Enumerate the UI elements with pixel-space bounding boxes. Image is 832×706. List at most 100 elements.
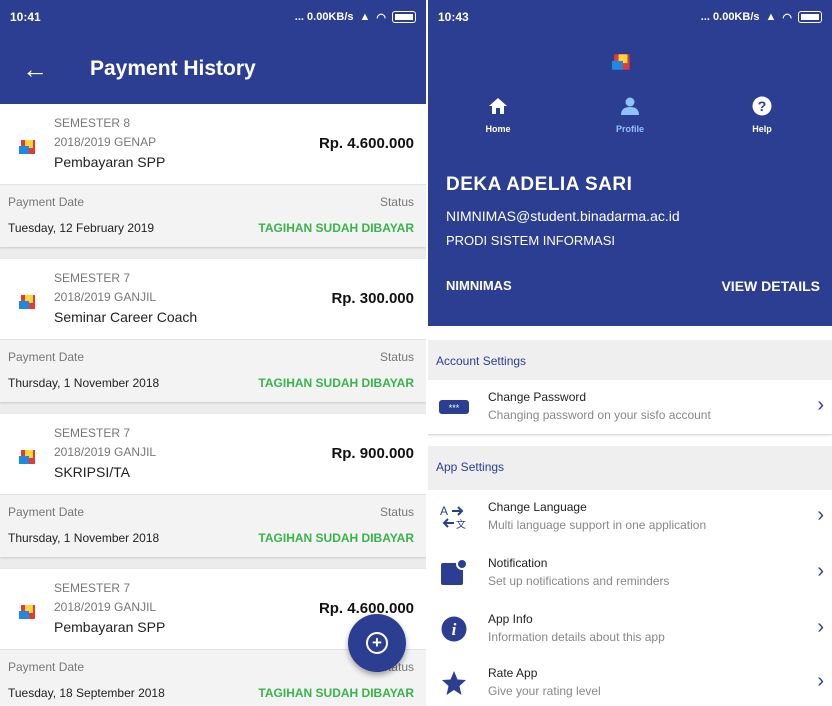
status-label: Status <box>379 195 414 209</box>
account-settings-header: Account Settings <box>428 340 832 384</box>
status-bar: 10:43 ... 0.00KB/s ▲ ◠ <box>428 0 832 34</box>
app-info-title: App Info <box>488 612 533 626</box>
notification-subtitle: Set up notifications and reminders <box>488 574 670 588</box>
payment-status: TAGIHAN SUDAH DIBAYAR <box>258 686 414 700</box>
rate-app-title: Rate App <box>488 666 538 680</box>
user-name: DEKA ADELIA SARI <box>446 174 633 195</box>
change-password-title: Change Password <box>488 390 587 404</box>
star-icon <box>438 668 470 698</box>
payment-card[interactable]: SEMESTER 7 2018/2019 GANJIL SKRIPSI/TA R… <box>0 414 426 557</box>
nav-profile-label: Profile <box>615 124 644 134</box>
academic-year: 2018/2019 GANJIL <box>54 290 157 304</box>
change-password-subtitle: Changing password on your sisfo account <box>488 408 711 422</box>
payment-date: Thursday, 1 November 2018 <box>8 531 160 545</box>
payment-description: SKRIPSI/TA <box>54 464 130 480</box>
battery-icon <box>798 11 822 23</box>
notification-row[interactable]: Notification Set up notifications and re… <box>428 546 832 600</box>
payment-description: Seminar Career Coach <box>54 309 198 325</box>
semester: SEMESTER 8 <box>54 116 131 130</box>
nav-help[interactable]: ? Help <box>722 96 802 134</box>
app-info-subtitle: Information details about this app <box>488 630 665 644</box>
university-logo-icon <box>19 450 35 464</box>
wifi-icon: ◠ <box>782 11 792 24</box>
user-email: NIMNIMAS@student.binadarma.ac.id <box>446 208 680 224</box>
help-icon: ? <box>752 96 772 116</box>
payment-history-screen: 10:41 ... 0.00KB/s ▲ ◠ ← Payment History… <box>0 0 426 706</box>
nav-home-label: Home <box>485 124 511 134</box>
info-icon: i <box>438 614 470 644</box>
payment-date-label: Payment Date <box>8 505 85 519</box>
rate-app-row[interactable]: Rate App Give your rating level › <box>428 656 832 706</box>
person-icon <box>621 97 639 115</box>
svg-text:文: 文 <box>456 518 466 530</box>
user-nim: NIMNIMAS <box>446 278 512 293</box>
profile-screen: 10:43 ... 0.00KB/s ▲ ◠ Home Profile ? He… <box>428 0 832 706</box>
payment-description: Pembayaran SPP <box>54 154 166 170</box>
user-study-program: PRODI SISTEM INFORMASI <box>446 233 616 248</box>
payment-amount: Rp. 900.000 <box>331 445 414 462</box>
svg-text:A: A <box>440 504 448 518</box>
payment-date-label: Payment Date <box>8 350 85 364</box>
plus-circle-icon: + <box>366 632 388 654</box>
status-time: 10:43 <box>438 10 469 24</box>
chevron-right-icon: › <box>817 670 824 692</box>
payment-status: TAGIHAN SUDAH DIBAYAR <box>258 221 414 235</box>
chevron-right-icon: › <box>817 394 824 416</box>
network-speed: ... 0.00KB/s <box>294 11 354 23</box>
payment-date: Thursday, 1 November 2018 <box>8 376 160 390</box>
home-icon <box>489 98 507 114</box>
battery-icon <box>392 11 416 23</box>
signal-icon: ▲ <box>765 11 777 23</box>
nav-profile[interactable]: Profile <box>590 96 670 134</box>
university-logo-icon <box>612 54 630 70</box>
network-speed: ... 0.00KB/s <box>700 11 760 23</box>
status-label: Status <box>379 505 414 519</box>
university-logo-icon <box>19 295 35 309</box>
view-details-button[interactable]: VIEW DETAILS <box>721 278 820 294</box>
svg-text:***: *** <box>449 403 460 413</box>
academic-year: 2018/2019 GENAP <box>54 135 157 149</box>
payment-amount: Rp. 300.000 <box>331 290 414 307</box>
payment-status: TAGIHAN SUDAH DIBAYAR <box>258 376 414 390</box>
rate-app-subtitle: Give your rating level <box>488 684 601 698</box>
payment-description: Pembayaran SPP <box>54 619 166 635</box>
payment-card[interactable]: SEMESTER 7 2018/2019 GANJIL Seminar Care… <box>0 259 426 402</box>
payment-date: Tuesday, 18 September 2018 <box>8 686 165 700</box>
semester: SEMESTER 7 <box>54 426 131 440</box>
top-nav: Home Profile ? Help <box>428 96 832 154</box>
svg-text:i: i <box>452 620 457 639</box>
academic-year: 2018/2019 GANJIL <box>54 600 157 614</box>
notification-title: Notification <box>488 556 548 570</box>
payment-amount: Rp. 4.600.000 <box>318 135 414 152</box>
nav-help-label: Help <box>752 124 772 134</box>
profile-header: Home Profile ? Help DEKA ADELIA SARI NIM… <box>428 34 832 326</box>
translate-icon: A文 <box>438 502 470 532</box>
change-language-title: Change Language <box>488 500 587 514</box>
nav-home[interactable]: Home <box>458 96 538 134</box>
payment-status: TAGIHAN SUDAH DIBAYAR <box>258 531 414 545</box>
chevron-right-icon: › <box>817 560 824 582</box>
payment-card[interactable]: SEMESTER 8 2018/2019 GENAP Pembayaran SP… <box>0 104 426 247</box>
add-payment-fab-button[interactable]: + <box>348 614 406 672</box>
payment-amount: Rp. 4.600.000 <box>318 600 414 617</box>
app-info-row[interactable]: i App Info Information details about thi… <box>428 602 832 656</box>
status-bar: 10:41 ... 0.00KB/s ▲ ◠ <box>0 0 426 34</box>
university-logo-icon <box>19 140 35 154</box>
payment-date: Tuesday, 12 February 2019 <box>8 221 155 235</box>
payment-date-label: Payment Date <box>8 660 85 674</box>
page-title: Payment History <box>90 57 256 80</box>
chevron-right-icon: › <box>817 504 824 526</box>
notification-icon <box>438 558 470 588</box>
change-language-row[interactable]: A文 Change Language Multi language suppor… <box>428 490 832 544</box>
payment-list: SEMESTER 8 2018/2019 GENAP Pembayaran SP… <box>0 104 426 706</box>
app-bar: ← Payment History <box>0 34 426 104</box>
svg-text:?: ? <box>758 98 767 114</box>
payment-date-label: Payment Date <box>8 195 85 209</box>
change-password-row[interactable]: *** Change Password Changing password on… <box>428 380 832 435</box>
change-language-subtitle: Multi language support in one applicatio… <box>488 518 707 532</box>
wifi-icon: ◠ <box>376 11 386 24</box>
chevron-right-icon: › <box>817 616 824 638</box>
status-label: Status <box>379 350 414 364</box>
back-arrow-icon[interactable]: ← <box>22 54 66 85</box>
status-time: 10:41 <box>10 10 41 24</box>
